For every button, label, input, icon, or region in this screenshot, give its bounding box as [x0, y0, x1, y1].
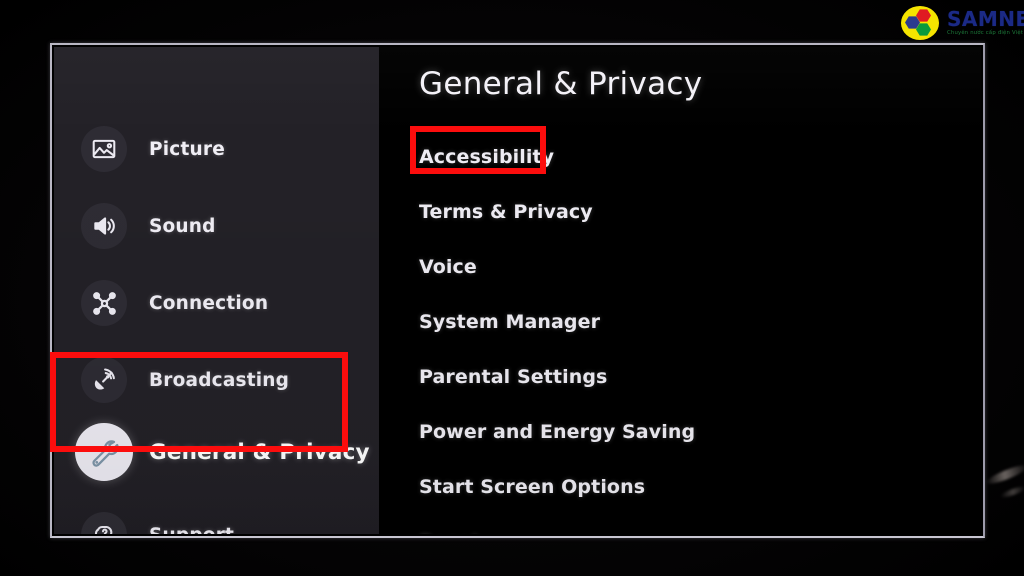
menu-item-terms-and-privacy[interactable]: Terms & Privacy — [419, 184, 981, 239]
brand-tagline: Chuyên nước cấp điện Việt — [947, 30, 1024, 37]
menu-item-power-and-energy-saving[interactable]: Power and Energy Saving — [419, 404, 981, 459]
menu-item-label: Start Screen Options — [419, 475, 646, 498]
menu-item-label: Terms & Privacy — [419, 200, 593, 223]
tv-bezel: Picture Sound Connection Broadcasting Ge… — [50, 43, 985, 538]
screen-reflection-streak-small — [999, 484, 1024, 500]
settings-menu-list: Accessibility Terms & Privacy Voice Syst… — [419, 129, 981, 535]
menu-item-label: Accessibility — [419, 145, 555, 168]
samnec-watermark: SAMNEC Chuyên nước cấp điện Việt — [900, 2, 1024, 44]
menu-item-voice[interactable]: Voice — [419, 239, 981, 294]
samnec-logo-text: SAMNEC Chuyên nước cấp điện Việt — [947, 9, 1024, 36]
sidebar-item-label: Connection — [149, 292, 269, 314]
connection-icon — [81, 280, 127, 326]
sidebar-item-general-and-privacy[interactable]: General & Privacy — [54, 420, 379, 484]
menu-item-label: System Manager — [419, 310, 601, 333]
sidebar-item-label: General & Privacy — [149, 439, 370, 465]
samnec-logo-mark-icon — [900, 4, 942, 42]
menu-item-system-manager[interactable]: System Manager — [419, 294, 981, 349]
sidebar-item-connection[interactable]: Connection — [54, 271, 379, 335]
support-bubble-icon — [81, 512, 127, 534]
picture-icon — [81, 126, 127, 172]
menu-item-accessibility[interactable]: Accessibility — [419, 129, 981, 184]
menu-item-label: Voice — [419, 255, 477, 278]
menu-item-label: Reset — [419, 531, 480, 535]
menu-item-label: Power and Energy Saving — [419, 420, 696, 443]
settings-sidebar: Picture Sound Connection Broadcasting Ge… — [54, 47, 379, 534]
sidebar-item-sound[interactable]: Sound — [54, 194, 379, 258]
page-title: General & Privacy — [419, 66, 703, 102]
screenshot-root: SAMNEC Chuyên nước cấp điện Việt — [0, 0, 1024, 576]
sidebar-item-label: Sound — [149, 215, 216, 237]
sidebar-item-broadcasting[interactable]: Broadcasting — [54, 348, 379, 412]
sound-icon — [81, 203, 127, 249]
brand-name: SAMNEC — [947, 7, 1024, 32]
sidebar-item-label: Broadcasting — [149, 369, 290, 391]
settings-detail-pane: General & Privacy Accessibility Terms & … — [379, 47, 981, 534]
television-panel: Picture Sound Connection Broadcasting Ge… — [50, 43, 985, 538]
sidebar-item-picture[interactable]: Picture — [54, 117, 379, 181]
menu-item-start-screen-options[interactable]: Start Screen Options — [419, 459, 981, 514]
sidebar-item-label: Picture — [149, 138, 225, 160]
screen-reflection-streak — [984, 462, 1024, 487]
wrench-icon — [75, 423, 133, 481]
sidebar-item-support[interactable]: Support — [54, 503, 379, 534]
tv-screen: Picture Sound Connection Broadcasting Ge… — [54, 47, 981, 534]
menu-item-parental-settings[interactable]: Parental Settings — [419, 349, 981, 404]
menu-item-label: Parental Settings — [419, 365, 608, 388]
sidebar-item-label: Support — [149, 525, 234, 535]
menu-item-reset[interactable]: Reset — [419, 514, 981, 535]
broadcasting-icon — [81, 357, 127, 403]
